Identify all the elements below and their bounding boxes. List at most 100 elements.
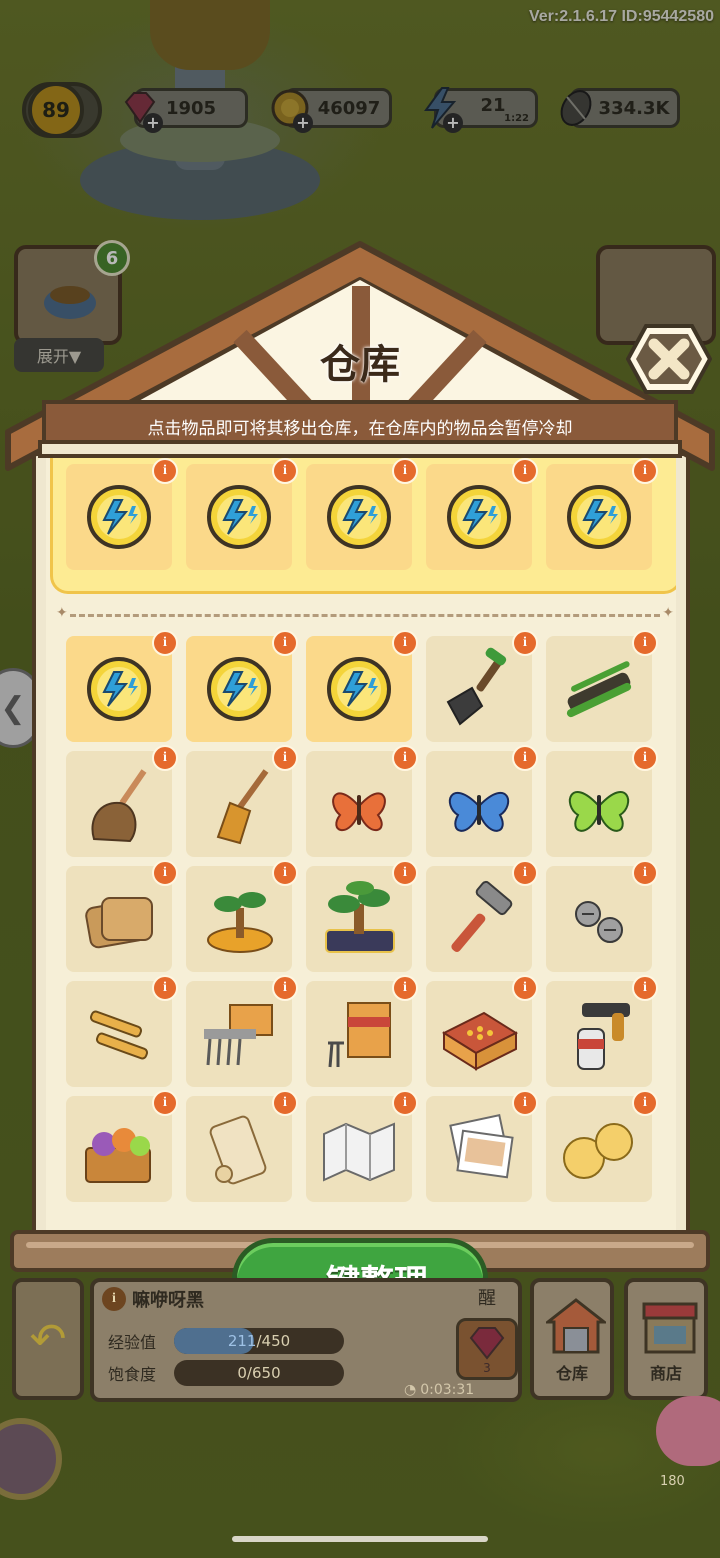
item-slot-spray-gun[interactable]: i [546, 975, 658, 1087]
item-slot-energy-coin[interactable]: i [66, 458, 178, 570]
item-slot-energy-coin[interactable]: i [186, 458, 298, 570]
item-info-icon[interactable]: i [392, 860, 418, 886]
item-info-icon[interactable]: i [632, 1090, 658, 1116]
pet-name: 嘛咿呀黑 [132, 1290, 204, 1311]
warehouse-panel: iiiii iiiiiiiiiiiiiiiiiiiiiiiii [36, 456, 686, 1246]
gem-icon: 3 [469, 1327, 505, 1374]
item-slot-tool-box[interactable]: i [306, 975, 418, 1087]
item-info-icon[interactable]: i [152, 1090, 178, 1116]
shovel-icon [434, 644, 524, 734]
item-slot-feather-duster[interactable]: i [66, 745, 178, 857]
item-slot-orange-butterfly[interactable]: i [306, 745, 418, 857]
energy-coin-icon [74, 644, 164, 734]
item-slot-syringes[interactable]: i [66, 975, 178, 1087]
hammer-icon [434, 874, 524, 964]
item-slot-folded-map[interactable]: i [306, 1090, 418, 1202]
item-info-icon[interactable]: i [272, 860, 298, 886]
gem-count: 3 [483, 1361, 491, 1374]
item-slot-large-bonsai[interactable]: i [306, 860, 418, 972]
item-info-icon[interactable]: i [512, 1090, 538, 1116]
item-info-icon[interactable]: i [632, 975, 658, 1001]
item-slot-blue-butterfly[interactable]: i [426, 745, 538, 857]
blue-butterfly-icon [434, 759, 524, 849]
pet-name-row: i 嘛咿呀黑 [102, 1286, 204, 1312]
item-slot-small-bonsai[interactable]: i [186, 860, 298, 972]
warehouse-button[interactable]: 仓库 [530, 1278, 614, 1400]
feed-gem-slot[interactable]: 3 [456, 1318, 518, 1380]
energy-coin-icon [314, 644, 404, 734]
shop-button[interactable]: 商店 [624, 1278, 708, 1400]
sled-icon [554, 644, 644, 734]
item-info-icon[interactable]: i [152, 975, 178, 1001]
gold-orbs-icon [554, 1104, 644, 1194]
item-slot-scroll[interactable]: i [186, 1090, 298, 1202]
pet-status-suffix: 醒 [478, 1288, 496, 1309]
tool-box-icon [314, 989, 404, 1079]
item-info-icon[interactable]: i [512, 975, 538, 1001]
home-indicator[interactable] [232, 1536, 488, 1542]
item-info-icon[interactable]: i [512, 630, 538, 656]
item-info-icon[interactable]: i [152, 860, 178, 886]
item-slot-hammer[interactable]: i [426, 860, 538, 972]
close-icon [625, 324, 713, 394]
exp-bar: 211/450 [174, 1328, 344, 1354]
energy-coin-icon [314, 472, 404, 562]
item-slot-screws[interactable]: i [546, 860, 658, 972]
close-button[interactable] [625, 322, 713, 396]
item-slot-energy-coin[interactable]: i [546, 458, 658, 570]
pet-status-panel: i 嘛咿呀黑 醒 经验值 211/450 饱食度 0/650 3 ◔ 0:03:… [90, 1278, 522, 1402]
item-info-icon[interactable]: i [632, 630, 658, 656]
item-info-icon[interactable]: i [152, 745, 178, 771]
orange-butterfly-icon [314, 759, 404, 849]
back-button[interactable]: ↶ [12, 1278, 84, 1400]
item-slot-green-butterfly[interactable]: i [546, 745, 658, 857]
item-slot-shovel[interactable]: i [426, 630, 538, 742]
side-counter: 180 [660, 1474, 685, 1489]
item-slot-energy-coin[interactable]: i [66, 630, 178, 742]
item-info-icon[interactable]: i [392, 975, 418, 1001]
screws-icon [554, 874, 644, 964]
item-info-icon[interactable]: i [392, 630, 418, 656]
large-bonsai-icon [314, 874, 404, 964]
pet-info-icon[interactable]: i [102, 1287, 126, 1311]
clock-icon: ◔ [404, 1382, 417, 1398]
item-slot-energy-coin[interactable]: i [186, 630, 298, 742]
item-info-icon[interactable]: i [512, 860, 538, 886]
item-info-icon[interactable]: i [272, 630, 298, 656]
exp-row: 经验值 211/450 [108, 1328, 344, 1354]
item-info-icon[interactable]: i [392, 1090, 418, 1116]
item-info-icon[interactable]: i [272, 1090, 298, 1116]
item-info-icon[interactable]: i [392, 745, 418, 771]
item-slot-nail-pack[interactable]: i [186, 975, 298, 1087]
spray-gun-icon [554, 989, 644, 1079]
cooldown-timer: ◔ 0:03:31 [404, 1382, 474, 1398]
item-info-icon[interactable]: i [632, 860, 658, 886]
item-slot-broom[interactable]: i [186, 745, 298, 857]
item-info-icon[interactable]: i [272, 975, 298, 1001]
hunger-label: 饱食度 [108, 1365, 157, 1384]
item-info-icon[interactable]: i [512, 745, 538, 771]
warehouse-hint: 点击物品即可将其移出仓库，在仓库内的物品会暂停冷却 [147, 419, 573, 439]
bullet-box-icon [434, 989, 524, 1079]
item-slot-photos[interactable]: i [426, 1090, 538, 1202]
folded-map-icon [314, 1104, 404, 1194]
item-slot-energy-coin[interactable]: i [426, 458, 538, 570]
scroll-icon [194, 1104, 284, 1194]
item-slot-energy-coin[interactable]: i [306, 630, 418, 742]
hunger-max: /650 [246, 1364, 281, 1382]
item-slot-energy-coin[interactable]: i [306, 458, 418, 570]
item-slot-burlap-sacks[interactable]: i [66, 860, 178, 972]
back-arrow-icon: ↶ [29, 1313, 67, 1365]
green-butterfly-icon [554, 759, 644, 849]
item-slot-yarn-basket[interactable]: i [66, 1090, 178, 1202]
item-info-icon[interactable]: i [152, 630, 178, 656]
item-info-icon[interactable]: i [632, 745, 658, 771]
shop-icon [642, 1302, 698, 1354]
item-slot-sled[interactable]: i [546, 630, 658, 742]
item-slot-bullet-box[interactable]: i [426, 975, 538, 1087]
item-slot-gold-orbs[interactable]: i [546, 1090, 658, 1202]
small-bonsai-icon [194, 874, 284, 964]
item-info-icon[interactable]: i [272, 745, 298, 771]
energy-coin-icon [194, 472, 284, 562]
pig-character[interactable] [656, 1396, 720, 1466]
